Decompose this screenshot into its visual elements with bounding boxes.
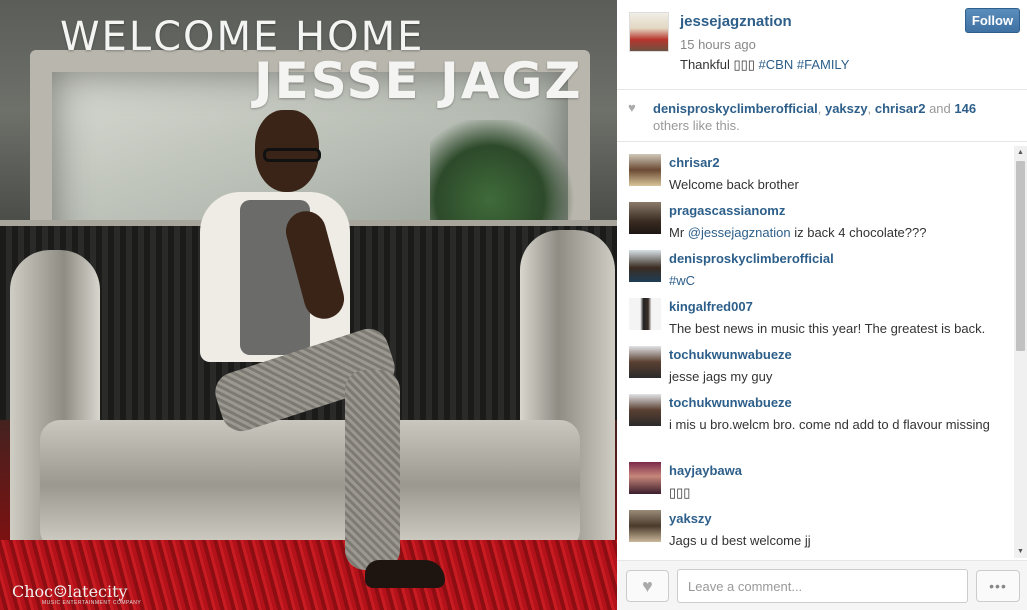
- liker-link[interactable]: yakszy: [825, 101, 868, 116]
- like-button[interactable]: ♥: [626, 570, 669, 602]
- comment-text: ▯▯▯: [669, 485, 691, 500]
- comment-footer: ♥ •••: [617, 560, 1027, 610]
- comment-username[interactable]: kingalfred007: [669, 299, 753, 314]
- avatar[interactable]: [629, 510, 661, 542]
- comment-username[interactable]: pragascassianomz: [669, 203, 785, 218]
- post-photo[interactable]: WELCOME HOME JESSE JAGZ Choc☺latecity MU…: [0, 0, 617, 610]
- post-caption: Thankful ▯▯▯ #CBN #FAMILY: [680, 57, 849, 73]
- comment-text: jesse jags my guy: [669, 369, 773, 384]
- comment-username[interactable]: denisproskyclimberofficial: [669, 251, 834, 266]
- comment-text: #wC: [669, 271, 1009, 291]
- comment-username[interactable]: yakszy: [669, 511, 712, 526]
- heart-icon: ♥: [628, 100, 636, 115]
- post-header: jessejagznation 15 hours ago Thankful ▯▯…: [617, 0, 1027, 90]
- avatar[interactable]: [629, 462, 661, 494]
- brand-logo: Choc☺latecity: [12, 582, 128, 601]
- avatar[interactable]: [629, 298, 661, 330]
- scrollbar-thumb[interactable]: [1016, 161, 1025, 351]
- avatar[interactable]: [629, 250, 661, 282]
- liker-link[interactable]: denisproskyclimberofficial: [653, 101, 818, 116]
- mention-link[interactable]: @jessejagznation: [688, 225, 791, 240]
- seated-man-figure: [195, 110, 445, 590]
- likes-and: and: [929, 101, 951, 116]
- comments-list[interactable]: chrisar2 Welcome back brother pragascass…: [617, 146, 1017, 558]
- likes-summary: ♥ denisproskyclimberofficial, yakszy, ch…: [617, 90, 1027, 142]
- comment-input[interactable]: [677, 569, 968, 603]
- avatar[interactable]: [629, 202, 661, 234]
- avatar[interactable]: [629, 12, 669, 52]
- liker-link[interactable]: chrisar2: [875, 101, 926, 116]
- comment-username[interactable]: tochukwunwabueze: [669, 347, 792, 362]
- hashtag-link[interactable]: #FAMILY: [797, 57, 850, 72]
- likes-text: denisproskyclimberofficial, yakszy, chri…: [653, 101, 977, 133]
- avatar[interactable]: [629, 154, 661, 186]
- post-timestamp: 15 hours ago: [680, 37, 756, 52]
- caption-text: Thankful ▯▯▯: [680, 57, 759, 72]
- likes-suffix: others like this.: [653, 118, 740, 133]
- photo-title-line2: JESSE JAGZ: [254, 52, 583, 110]
- post-details-panel: jessejagznation 15 hours ago Thankful ▯▯…: [617, 0, 1027, 610]
- post-username-link[interactable]: jessejagznation: [680, 13, 792, 30]
- heart-icon: ♥: [642, 576, 653, 596]
- comment-username[interactable]: hayjaybawa: [669, 463, 742, 478]
- scroll-down-arrow-icon[interactable]: ▼: [1014, 545, 1027, 558]
- avatar[interactable]: [629, 346, 661, 378]
- comment-text: Mr @jessejagznation iz back 4 chocolate?…: [669, 225, 927, 240]
- likes-count: 146: [954, 101, 977, 116]
- comment-text: i mis u bro.welcm bro. come nd add to d …: [669, 417, 990, 432]
- comment-username[interactable]: tochukwunwabueze: [669, 395, 792, 410]
- hashtag-link[interactable]: #wC: [669, 273, 695, 288]
- comments-scrollbar[interactable]: ▲ ▼: [1014, 146, 1027, 558]
- comment-text: Jags u d best welcome jj: [669, 533, 811, 548]
- avatar[interactable]: [629, 394, 661, 426]
- comment-text: The best news in music this year! The gr…: [669, 321, 986, 336]
- comment-text: Welcome back brother: [669, 177, 799, 192]
- hashtag-link[interactable]: #CBN: [759, 57, 794, 72]
- scroll-up-arrow-icon[interactable]: ▲: [1014, 146, 1027, 159]
- more-options-button[interactable]: •••: [976, 570, 1020, 602]
- brand-subtitle: MUSIC ENTERTAINMENT COMPANY: [42, 600, 142, 606]
- follow-button[interactable]: Follow: [965, 8, 1020, 33]
- comment-username[interactable]: chrisar2: [669, 155, 720, 170]
